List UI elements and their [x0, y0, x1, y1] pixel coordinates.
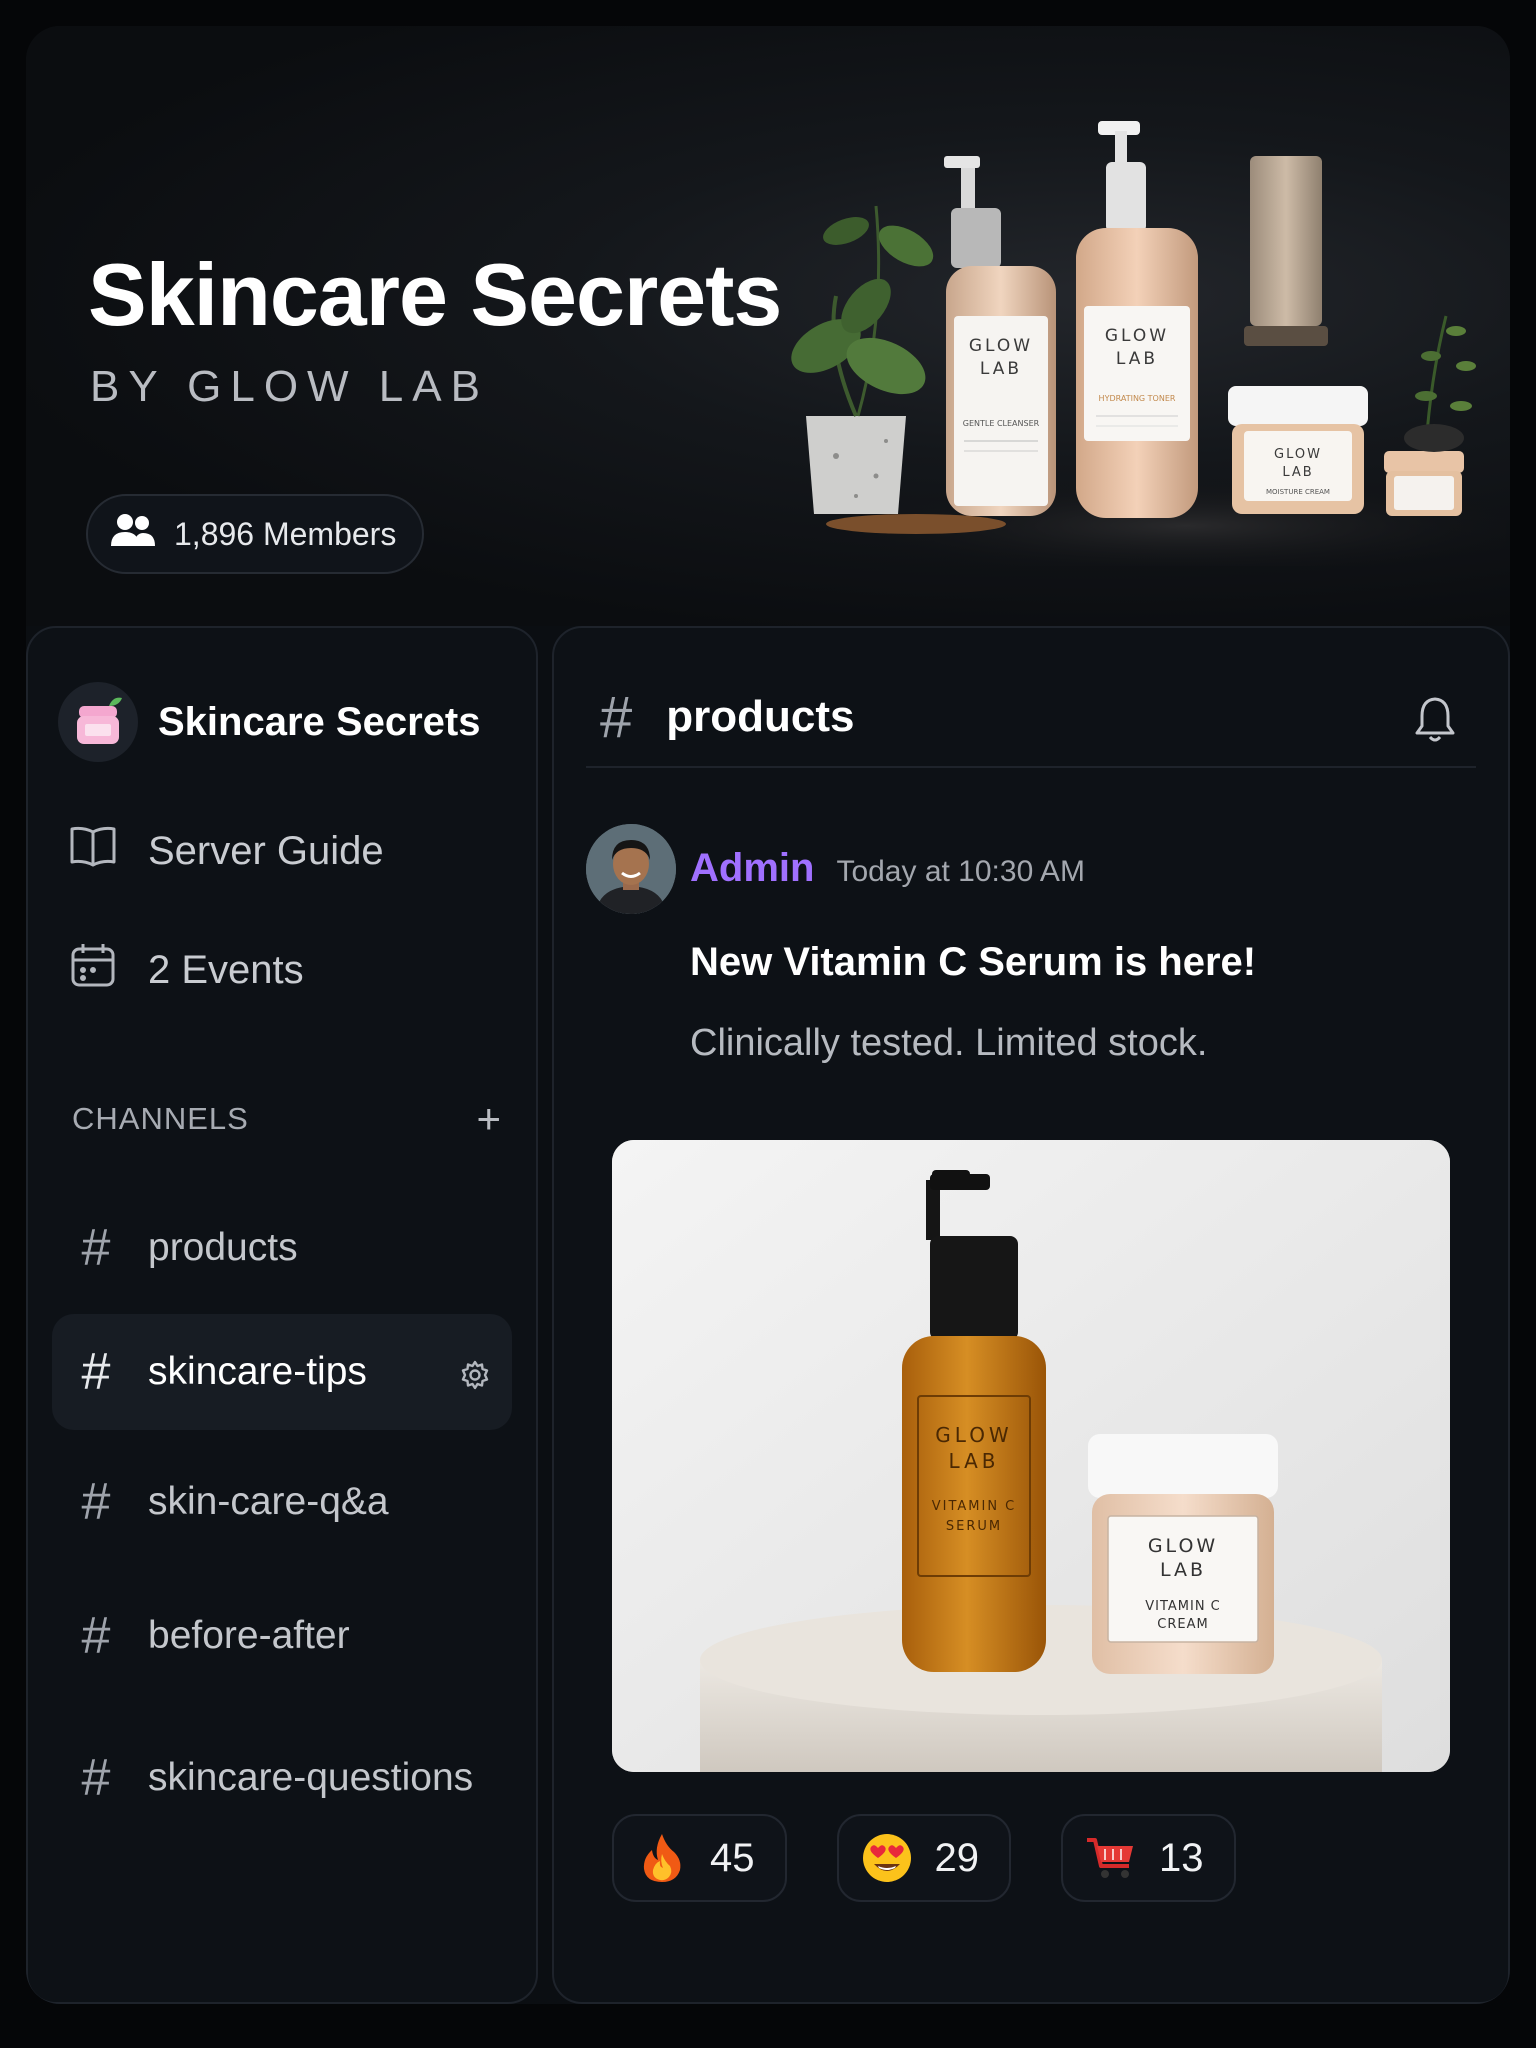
svg-text:VITAMIN C: VITAMIN C	[932, 1499, 1017, 1514]
channel-item-skincare-tips[interactable]: # skincare-tips	[52, 1314, 512, 1430]
svg-text:GENTLE CLEANSER: GENTLE CLEANSER	[963, 419, 1040, 428]
server-banner: Skincare Secrets BY GLOW LAB 1,896 Membe…	[26, 26, 1510, 626]
member-count-pill[interactable]: 1,896 Members	[86, 494, 424, 574]
message-panel: # products Admin Today at 10:30 AM New V…	[552, 626, 1510, 2004]
message-body: Clinically tested. Limited stock.	[690, 1022, 1208, 1064]
channel-item-before-after[interactable]: # before-after	[52, 1578, 512, 1694]
svg-text:LAB: LAB	[948, 1449, 999, 1473]
channel-label: products	[148, 1226, 298, 1269]
banner-title: Skincare Secrets	[88, 245, 782, 344]
channel-label: before-after	[148, 1614, 350, 1657]
message-headline: New Vitamin C Serum is here!	[690, 940, 1257, 984]
svg-text:MOISTURE CREAM: MOISTURE CREAM	[1266, 488, 1330, 496]
reaction-fire[interactable]: 45	[612, 1814, 787, 1902]
svg-text:GLOW: GLOW	[969, 336, 1033, 356]
members-icon	[108, 510, 158, 558]
events-label: 2 Events	[148, 947, 304, 992]
server-guide-link[interactable]: Server Guide	[68, 824, 384, 878]
app-frame: Skincare Secrets BY GLOW LAB 1,896 Membe…	[26, 26, 1510, 2004]
calendar-icon	[68, 940, 118, 1000]
server-guide-label: Server Guide	[148, 828, 384, 873]
book-icon	[68, 824, 118, 878]
channel-sidebar: Skincare Secrets Server Guide 2 Events C…	[26, 626, 538, 2004]
channel-item-skin-care-qa[interactable]: # skin-care-q&a	[52, 1444, 512, 1560]
shopping-cart-emoji-icon	[1087, 1838, 1133, 1878]
hash-icon: #	[600, 684, 633, 750]
hash-icon: #	[81, 1343, 111, 1401]
svg-text:LAB: LAB	[980, 359, 1022, 379]
heart-eyes-emoji-icon	[862, 1834, 911, 1882]
reaction-bar: 45 29 13	[612, 1814, 1236, 1902]
svg-text:SERUM: SERUM	[946, 1519, 1002, 1534]
message-timestamp: Today at 10:30 AM	[836, 855, 1085, 888]
channel-label: skincare-questions	[148, 1756, 474, 1799]
svg-text:VITAMIN C: VITAMIN C	[1145, 1599, 1221, 1614]
channels-header: CHANNELS +	[72, 1098, 502, 1140]
channel-header: # products	[586, 668, 1476, 768]
reaction-heart-eyes[interactable]: 29	[836, 1814, 1011, 1902]
channel-title: products	[666, 692, 855, 741]
hash-icon: #	[81, 1749, 111, 1807]
channel-item-skincare-questions[interactable]: # skincare-questions	[52, 1720, 512, 1836]
hash-icon: #	[81, 1473, 111, 1531]
hash-icon: #	[81, 1219, 111, 1277]
server-name: Skincare Secrets	[158, 699, 481, 744]
reaction-count: 45	[710, 1835, 755, 1880]
message-meta: Admin Today at 10:30 AM	[690, 846, 1085, 891]
banner-subtitle: BY GLOW LAB	[90, 362, 489, 411]
reaction-count: 13	[1159, 1835, 1204, 1880]
events-link[interactable]: 2 Events	[68, 940, 304, 1000]
server-icon	[58, 682, 138, 762]
svg-text:GLOW: GLOW	[1105, 326, 1169, 346]
svg-text:LAB: LAB	[1116, 349, 1158, 369]
banner-product-photo: GLOW LAB GENTLE CLEANSER GLOW LAB HYDRAT…	[791, 121, 1506, 566]
svg-text:LAB: LAB	[1160, 1559, 1206, 1581]
channels-header-label: CHANNELS	[72, 1101, 249, 1136]
bell-icon[interactable]	[1412, 694, 1458, 749]
svg-text:LAB: LAB	[1282, 465, 1313, 480]
svg-text:GLOW: GLOW	[935, 1423, 1012, 1447]
reaction-count: 29	[934, 1835, 980, 1880]
avatar[interactable]	[586, 824, 676, 914]
hash-icon: #	[81, 1607, 111, 1665]
svg-text:GLOW: GLOW	[1148, 1535, 1218, 1557]
channel-item-products[interactable]: # products	[52, 1190, 512, 1306]
svg-text:CREAM: CREAM	[1157, 1617, 1208, 1632]
svg-text:GLOW: GLOW	[1274, 447, 1322, 462]
fire-emoji-icon	[643, 1834, 681, 1882]
channel-label: skincare-tips	[148, 1350, 367, 1393]
channel-label: skin-care-q&a	[148, 1480, 389, 1523]
message-image-attachment[interactable]: GLOW LAB VITAMIN C SERUM GLOW LAB VITAMI…	[612, 1140, 1450, 1772]
member-count: 1,896 Members	[174, 515, 397, 552]
server-header[interactable]: Skincare Secrets	[58, 682, 480, 762]
message-author[interactable]: Admin	[690, 846, 814, 891]
reaction-shopping-cart[interactable]: 13	[1061, 1814, 1236, 1902]
svg-text:HYDRATING TONER: HYDRATING TONER	[1099, 394, 1176, 403]
gear-icon[interactable]	[460, 1356, 490, 1400]
add-channel-icon[interactable]: +	[476, 1098, 502, 1140]
